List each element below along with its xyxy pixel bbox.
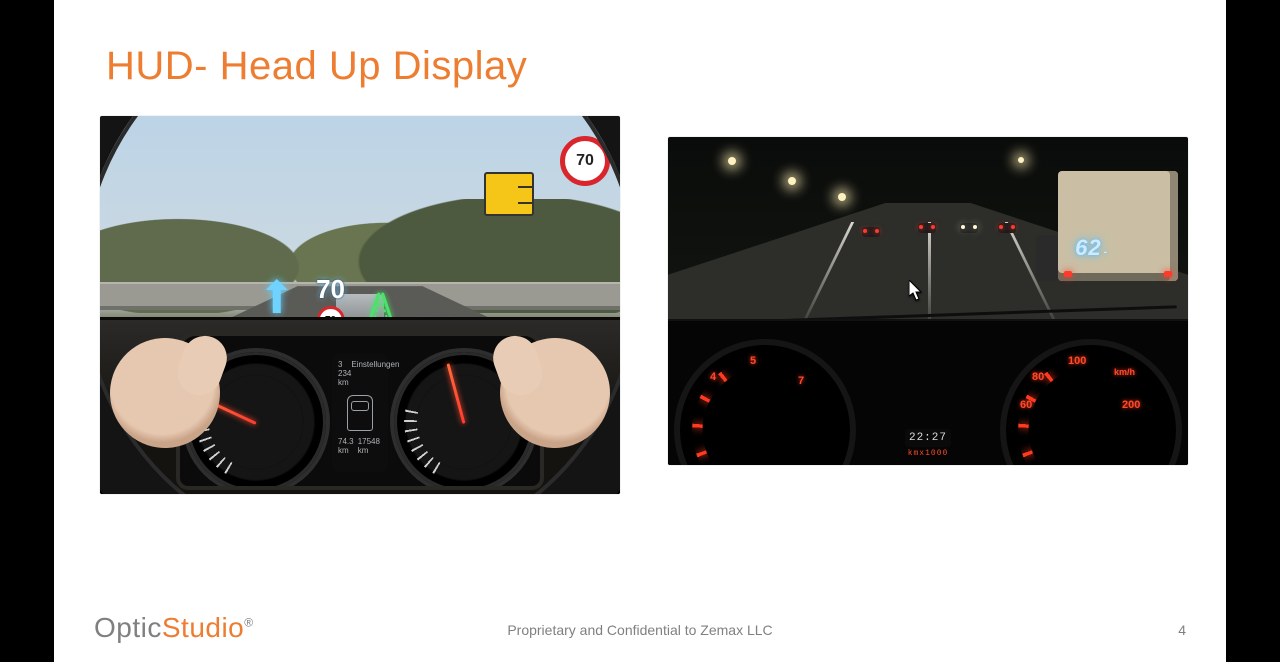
clock: 22:27	[905, 429, 951, 447]
hud-overlay-night: 62-	[1075, 235, 1108, 261]
car-taillights-icon	[862, 227, 880, 237]
speedometer-gauge-night: 80 60 100 200 km/h	[1006, 345, 1176, 465]
image-night-hud: 62- 4 5 7 80 60 100 200 km/h 22:27 kmx10…	[668, 137, 1188, 465]
street-light-icon	[728, 157, 736, 165]
tach-unit: kmx1000	[908, 449, 949, 458]
dashboard: 3 234 km Einstellungen 74.3 km 17548 km	[100, 317, 620, 494]
image-daytime-hud: 70 800 m 70 70 70 km/h	[100, 116, 620, 494]
truck-icon	[1058, 171, 1178, 281]
page-number: 4	[1178, 622, 1186, 638]
street-light-icon	[788, 177, 796, 185]
street-light-icon	[1018, 157, 1024, 163]
dashboard-night: 4 5 7 80 60 100 200 km/h 22:27 kmx1000	[668, 319, 1188, 465]
car-taillights-icon	[998, 223, 1016, 233]
slide-footer: OpticStudio® Proprietary and Confidentia…	[54, 604, 1226, 644]
tachometer-gauge-night: 4 5 7	[680, 345, 850, 465]
confidential-note: Proprietary and Confidential to Zemax LL…	[54, 622, 1226, 638]
street-light-icon	[838, 193, 846, 201]
slide-title: HUD- Head Up Display	[106, 44, 527, 89]
center-display-night: 22:27 kmx1000	[853, 429, 1003, 459]
slide: HUD- Head Up Display 70 800 m 70 70	[54, 0, 1226, 662]
hud-speed-night: 62	[1075, 235, 1101, 260]
hud-unit-night: -	[1104, 247, 1108, 258]
car-taillights-icon	[918, 223, 936, 233]
car-headlights-icon	[960, 223, 978, 233]
